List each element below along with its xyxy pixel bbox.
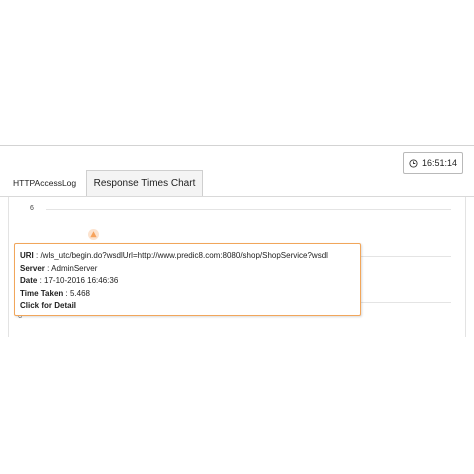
data-point-marker[interactable] bbox=[88, 229, 99, 240]
tooltip-date-row: Date : 17-10-2016 16:46:36 bbox=[20, 275, 360, 288]
tooltip-server-value: AdminServer bbox=[51, 263, 98, 273]
tooltip-date-label: Date bbox=[20, 276, 38, 285]
tooltip-uri-label: URI bbox=[20, 251, 34, 260]
tooltip-detail-link-row: Click for Detail bbox=[20, 300, 360, 313]
app-canvas: 16:51:14 HTTPAccessLog Response Times Ch… bbox=[0, 0, 474, 474]
header-divider bbox=[0, 145, 474, 146]
tooltip-time-taken-value: 5.468 bbox=[69, 288, 90, 298]
tooltip-uri-row: URI : /wls_utc/begin.do?wsdlUrl=http://w… bbox=[20, 250, 360, 263]
tooltip-time-taken-row: Time Taken : 5.468 bbox=[20, 288, 360, 301]
data-point-tooltip[interactable]: URI : /wls_utc/begin.do?wsdlUrl=http://w… bbox=[14, 243, 361, 316]
clock-icon bbox=[409, 158, 418, 168]
tooltip-detail-link[interactable]: Click for Detail bbox=[20, 301, 76, 310]
tab-strip: HTTPAccessLog Response Times Chart bbox=[0, 170, 474, 197]
chart-gridline bbox=[46, 209, 451, 210]
tab-response-times-chart[interactable]: Response Times Chart bbox=[86, 170, 203, 197]
triangle-marker-icon bbox=[90, 231, 97, 238]
tooltip-time-taken-label: Time Taken bbox=[20, 288, 64, 298]
tooltip-separator: : bbox=[63, 288, 70, 298]
tooltip-separator: : bbox=[37, 276, 45, 285]
y-tick-label: 6 bbox=[30, 205, 34, 212]
tab-httpaccesslog[interactable]: HTTPAccessLog bbox=[13, 178, 76, 188]
tooltip-server-row: Server : AdminServer bbox=[20, 263, 360, 276]
tooltip-server-label: Server bbox=[20, 263, 45, 273]
tooltip-date-value: 17-10-2016 16:46:36 bbox=[44, 276, 119, 285]
tooltip-uri-value: /wls_utc/begin.do?wsdlUrl=http://www.pre… bbox=[40, 251, 328, 260]
clock-time: 16:51:14 bbox=[422, 158, 458, 168]
